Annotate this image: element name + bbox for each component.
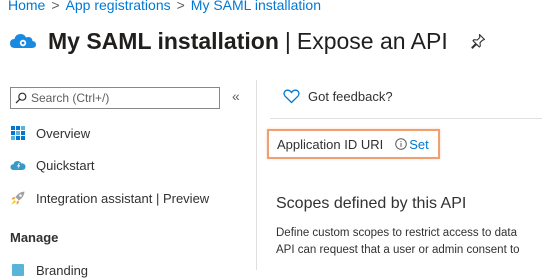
sidebar-search[interactable]	[10, 87, 220, 109]
sidebar-item-overview[interactable]: Overview	[10, 125, 90, 141]
sidebar-item-label: Branding	[36, 262, 89, 278]
info-icon[interactable]	[395, 138, 408, 150]
page-title: My SAML installation	[48, 27, 279, 54]
heart-icon	[283, 89, 300, 104]
application-id-uri-field: Application ID URI Set	[267, 129, 440, 159]
breadcrumb-separator: >	[176, 0, 185, 13]
sidebar-item-label: Overview	[36, 125, 91, 141]
scopes-section-title: Scopes defined by this API	[276, 195, 467, 212]
pin-icon[interactable]	[470, 33, 486, 49]
sidebar-item-integration-assistant[interactable]: Integration assistant | Preview	[10, 190, 209, 206]
search-icon	[15, 92, 27, 104]
overview-grid-icon	[10, 125, 26, 141]
toolbar-divider	[270, 118, 542, 119]
branding-icon	[10, 262, 26, 278]
rocket-icon	[10, 190, 26, 206]
collapse-sidebar-button[interactable]: «	[232, 88, 240, 104]
scopes-description-line: API can request that a user or admin con…	[276, 244, 520, 256]
scopes-description: Define custom scopes to restrict access …	[276, 225, 542, 259]
sidebar-section-manage: Manage	[10, 230, 59, 245]
got-feedback-button[interactable]: Got feedback?	[283, 89, 393, 104]
title-separator: |	[284, 27, 291, 54]
breadcrumb-app-registrations[interactable]: App registrations	[66, 0, 171, 13]
breadcrumb: Home > App registrations > My SAML installat…	[8, 0, 321, 13]
sidebar-divider	[256, 80, 257, 270]
feedback-label: Got feedback?	[308, 89, 393, 104]
sidebar-item-branding[interactable]: Branding	[10, 262, 88, 278]
breadcrumb-home[interactable]: Home	[8, 0, 45, 13]
sidebar-item-quickstart[interactable]: Quickstart	[10, 157, 95, 173]
sidebar-item-label: Quickstart	[36, 157, 95, 173]
quickstart-cloud-icon	[10, 157, 26, 173]
sidebar-item-label: Integration assistant | Preview	[36, 190, 210, 206]
breadcrumb-separator: >	[51, 0, 60, 13]
app-registration-cloud-icon	[10, 34, 36, 48]
breadcrumb-my-saml-installation[interactable]: My SAML installation	[191, 0, 321, 13]
scopes-description-line: Define custom scopes to restrict access …	[276, 227, 517, 239]
page-subtitle: Expose an API	[296, 27, 448, 54]
page-header: My SAML installation | Expose an API	[8, 26, 486, 56]
search-input[interactable]	[27, 91, 211, 105]
application-id-uri-label: Application ID URI	[277, 136, 384, 152]
set-app-id-uri-link[interactable]: Set	[409, 137, 429, 152]
